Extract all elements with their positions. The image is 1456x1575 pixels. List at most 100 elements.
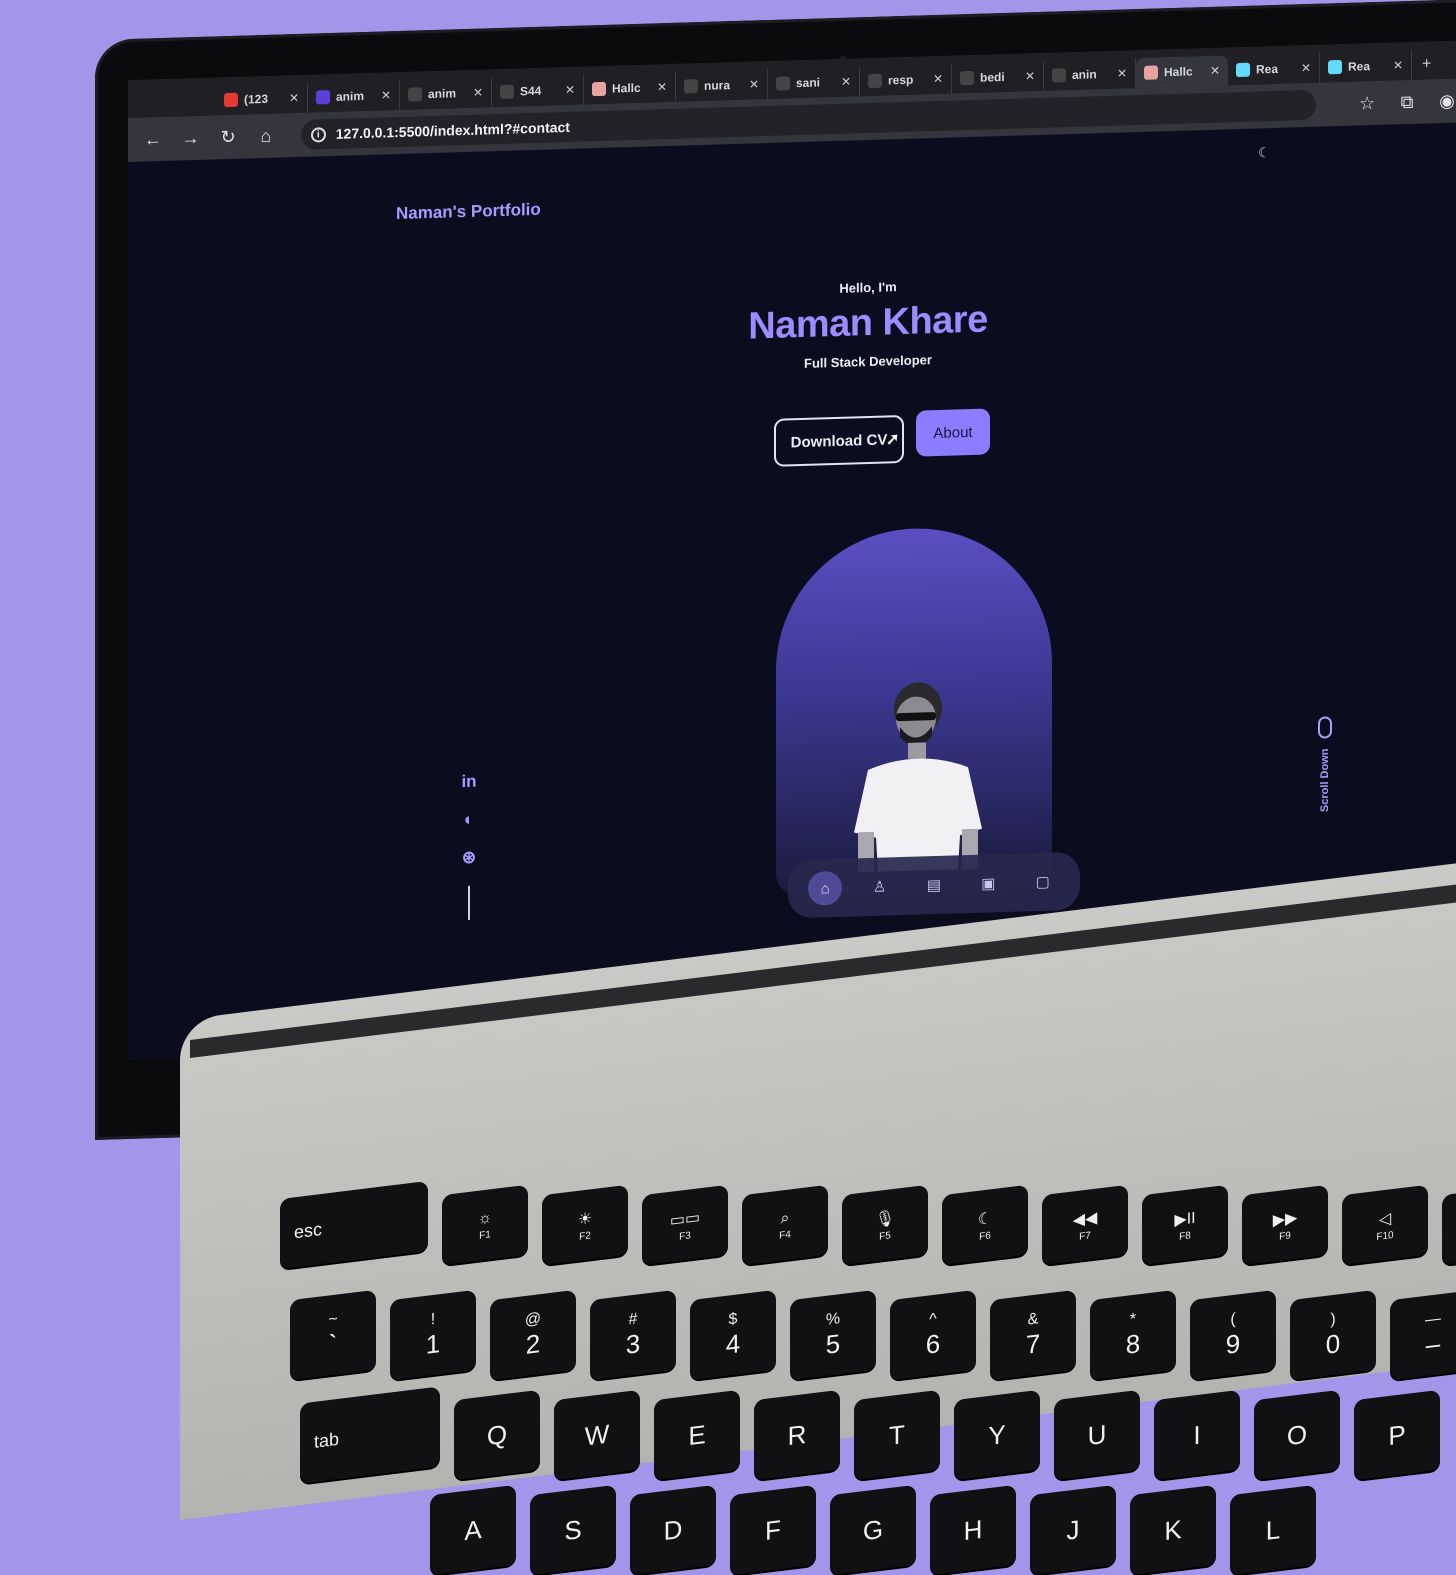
site-info-icon[interactable]: i xyxy=(310,126,326,143)
function-key[interactable]: ◁)F11 xyxy=(1442,1184,1456,1266)
message-icon[interactable]: ▢ xyxy=(1026,864,1060,899)
letter-key[interactable]: O xyxy=(1254,1389,1340,1481)
home-icon[interactable]: ⌂ xyxy=(255,125,277,147)
number-key[interactable]: ^ 6 xyxy=(890,1289,976,1381)
number-key[interactable]: $4 xyxy=(690,1289,776,1381)
profile-icon[interactable]: ◉ xyxy=(1436,90,1456,112)
github-icon xyxy=(960,70,974,86)
tab[interactable]: anim ✕ xyxy=(400,77,492,110)
home-icon[interactable]: ⌂ xyxy=(808,870,843,906)
user-icon[interactable]: ♙ xyxy=(863,869,897,904)
tab[interactable]: Hallc ✕ xyxy=(1136,55,1228,89)
number-key[interactable]: ) 0 xyxy=(1290,1289,1376,1381)
number-key[interactable]: @2 xyxy=(490,1289,576,1381)
esc-key[interactable]: esc xyxy=(280,1180,428,1270)
reload-icon[interactable]: ↻ xyxy=(217,126,239,148)
number-key[interactable]: * 8 xyxy=(1090,1289,1176,1381)
function-key[interactable]: ▶▶ F9 xyxy=(1242,1184,1328,1266)
key-symbol: ◁ xyxy=(1378,1209,1392,1229)
moon-icon[interactable]: ☾ xyxy=(1258,144,1271,161)
letter-key[interactable]: P xyxy=(1354,1389,1440,1481)
letter-key[interactable]: A xyxy=(430,1484,516,1575)
letter-key[interactable]: W xyxy=(554,1389,640,1481)
briefcase-icon[interactable]: ▣ xyxy=(971,866,1005,901)
function-key[interactable]: ☾ F6 xyxy=(942,1184,1028,1266)
function-key[interactable]: ▶II F8 xyxy=(1142,1184,1228,1266)
close-icon[interactable]: ✕ xyxy=(1025,69,1035,83)
tab-title: resp xyxy=(888,72,914,88)
function-key[interactable]: ☀ F2 xyxy=(542,1184,628,1266)
dribbble-icon[interactable]: ⊛ xyxy=(458,848,480,869)
close-icon[interactable]: ✕ xyxy=(841,75,851,89)
letter-key[interactable]: H xyxy=(930,1484,1016,1575)
new-tab-button[interactable]: + xyxy=(1412,55,1441,80)
letter-key[interactable]: E xyxy=(654,1389,740,1481)
letter-key[interactable]: J xyxy=(1030,1484,1116,1575)
tab[interactable]: (123 ✕ xyxy=(216,82,308,116)
function-key[interactable]: ▭▭ F3 xyxy=(642,1184,728,1266)
tab[interactable]: bedi ✕ xyxy=(952,60,1044,94)
book-icon[interactable]: ▤ xyxy=(917,868,951,903)
function-key[interactable]: 🎙 F5 xyxy=(842,1184,928,1266)
letter-key[interactable]: U xyxy=(1054,1389,1140,1481)
number-key[interactable]: (9 xyxy=(1190,1289,1276,1381)
letter-key[interactable]: S xyxy=(530,1484,616,1575)
number-key[interactable]: — – xyxy=(1390,1289,1456,1381)
url-text[interactable]: 127.0.0.1:5500/index.html?#contact xyxy=(336,119,570,142)
linkedin-icon[interactable]: in xyxy=(458,772,480,793)
tab[interactable]: Hallc ✕ xyxy=(584,71,676,105)
key-symbol: ⌕ xyxy=(780,1208,790,1228)
forward-icon[interactable]: → xyxy=(180,127,202,149)
tab[interactable]: S44 ✕ xyxy=(492,74,584,108)
function-key[interactable]: ☼ F1 xyxy=(442,1184,528,1266)
tab[interactable]: resp ✕ xyxy=(860,63,952,97)
letter-key[interactable]: D xyxy=(630,1484,716,1575)
extensions-icon[interactable]: ⧉ xyxy=(1396,91,1418,113)
letter-key[interactable]: R xyxy=(754,1389,840,1481)
close-icon[interactable]: ✕ xyxy=(1301,61,1311,75)
letter-key[interactable]: K xyxy=(1130,1484,1216,1575)
bookmark-star-icon[interactable]: ☆ xyxy=(1356,92,1378,114)
close-icon[interactable]: ✕ xyxy=(381,88,391,102)
function-key[interactable]: ◁ F10 xyxy=(1342,1184,1428,1266)
about-button[interactable]: About xyxy=(916,408,990,457)
tab[interactable]: anin ✕ xyxy=(1044,58,1136,91)
close-icon[interactable]: ✕ xyxy=(749,77,759,91)
number-key[interactable]: & 7 xyxy=(990,1289,1076,1381)
number-key[interactable]: ! 1 xyxy=(390,1289,476,1381)
github-icon[interactable]: ◐ xyxy=(458,810,480,831)
tab-key[interactable]: tab xyxy=(300,1386,440,1484)
tab[interactable]: Rea ✕ xyxy=(1320,49,1412,83)
letter-key[interactable]: Y xyxy=(954,1389,1040,1481)
letter-key[interactable]: I xyxy=(1154,1389,1240,1481)
function-key[interactable]: ◀◀ F7 xyxy=(1042,1184,1128,1266)
close-icon[interactable]: ✕ xyxy=(565,83,575,97)
letter-key[interactable]: T xyxy=(854,1389,940,1481)
tab-title: nura xyxy=(704,78,731,93)
tab[interactable]: sani ✕ xyxy=(768,66,860,100)
close-icon[interactable]: ✕ xyxy=(933,72,943,86)
close-icon[interactable]: ✕ xyxy=(1117,66,1127,80)
close-icon[interactable]: ✕ xyxy=(1210,64,1220,78)
letter-key[interactable]: G xyxy=(830,1484,916,1575)
letter-key[interactable]: Q xyxy=(454,1389,540,1481)
download-cv-button[interactable]: Download CV ➚ xyxy=(774,414,904,467)
tab[interactable]: anim ✕ xyxy=(308,79,400,113)
letter-key[interactable]: F xyxy=(730,1484,816,1575)
letter-key[interactable]: L xyxy=(1230,1484,1316,1575)
tab[interactable]: Rea ✕ xyxy=(1228,52,1320,86)
back-icon[interactable]: ← xyxy=(142,128,164,150)
number-key[interactable]: % 5 xyxy=(790,1289,876,1381)
scroll-down[interactable]: Scroll Down xyxy=(1313,716,1337,812)
close-icon[interactable]: ✕ xyxy=(657,80,667,94)
tab[interactable]: nura ✕ xyxy=(676,69,768,102)
tab-title: S44 xyxy=(520,83,542,99)
key-label: I xyxy=(1193,1419,1201,1450)
brand-logo[interactable]: Naman's Portfolio xyxy=(396,200,541,224)
close-icon[interactable]: ✕ xyxy=(1393,58,1403,72)
number-key[interactable]: ~ ` xyxy=(290,1289,376,1381)
function-key[interactable]: ⌕ F4 xyxy=(742,1184,828,1266)
close-icon[interactable]: ✕ xyxy=(473,85,483,99)
close-icon[interactable]: ✕ xyxy=(289,91,299,105)
number-key[interactable]: #3 xyxy=(590,1289,676,1381)
